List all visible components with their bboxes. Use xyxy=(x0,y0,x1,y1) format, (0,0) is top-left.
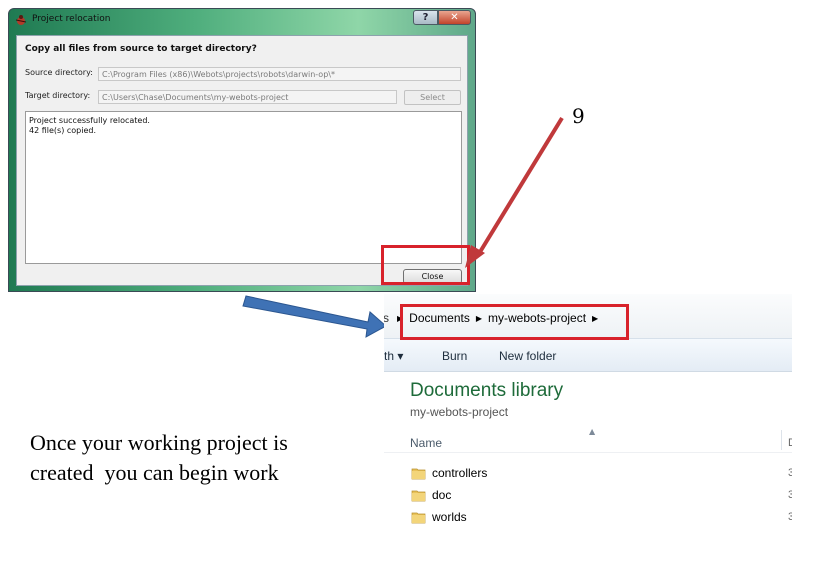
folder-name: controllers xyxy=(432,466,488,480)
webots-bug-icon xyxy=(15,15,27,25)
folder-icon xyxy=(411,512,426,523)
folder-name: doc xyxy=(432,488,452,502)
close-highlight-box xyxy=(381,245,470,285)
help-icon: ? xyxy=(422,12,429,23)
caption-line: Once your working project is xyxy=(30,430,288,455)
red-pointer-arrow xyxy=(465,116,564,268)
column-header-name[interactable]: Name xyxy=(410,436,442,450)
list-item[interactable]: worlds xyxy=(411,508,467,526)
folder-icon xyxy=(411,468,426,479)
blue-pointer-arrow xyxy=(242,295,387,338)
column-header-date[interactable]: D xyxy=(788,437,792,449)
log-line: 42 file(s) copied. xyxy=(29,126,96,135)
list-item[interactable]: controllers xyxy=(411,464,487,482)
target-directory-field[interactable]: C:\Users\Chase\Documents\my-webots-proje… xyxy=(98,90,397,104)
row-date-fragment: 3 xyxy=(788,467,792,479)
source-directory-label: Source directory: xyxy=(25,68,93,77)
target-directory-label: Target directory: xyxy=(25,91,91,100)
dialog-title: Project relocation xyxy=(32,14,111,24)
window-close-button[interactable]: ✕ xyxy=(438,10,471,25)
sort-up-icon: ▲ xyxy=(589,427,596,436)
toolbar-new-folder[interactable]: New folder xyxy=(499,349,556,363)
toolbar-burn[interactable]: Burn xyxy=(442,349,467,363)
source-directory-field[interactable]: C:\Program Files (x86)\Webots\projects\r… xyxy=(98,67,461,81)
list-item[interactable]: doc xyxy=(411,486,451,504)
close-icon: ✕ xyxy=(450,12,459,23)
dialog-heading: Copy all files from source to target dir… xyxy=(25,44,257,54)
library-subtitle: my-webots-project xyxy=(410,405,509,419)
step-number: 9 xyxy=(572,104,585,128)
row-date-fragment: 3 xyxy=(788,489,792,501)
folder-icon xyxy=(411,490,426,501)
select-button[interactable]: Select xyxy=(404,90,461,105)
header-divider xyxy=(384,452,792,453)
explorer-toolbar: th ▾ Burn New folder xyxy=(384,338,792,372)
help-button[interactable]: ? xyxy=(413,10,438,25)
breadcrumb-highlight-box xyxy=(400,304,629,340)
instruction-caption: Once your working project is created you… xyxy=(30,428,288,488)
column-divider[interactable] xyxy=(781,430,782,450)
dialog-titlebar[interactable]: Project relocation ? ✕ xyxy=(9,9,475,31)
library-title: Documents library xyxy=(410,380,564,401)
row-date-fragment: 3 xyxy=(788,511,792,523)
toolbar-share-with[interactable]: th ▾ xyxy=(384,349,403,363)
folder-name: worlds xyxy=(432,510,467,524)
caption-line: created you can begin work xyxy=(30,460,279,485)
log-line: Project successfully relocated. xyxy=(29,116,150,125)
breadcrumb-prefix: s xyxy=(384,311,389,325)
log-output: Project successfully relocated. 42 file(… xyxy=(25,111,462,264)
